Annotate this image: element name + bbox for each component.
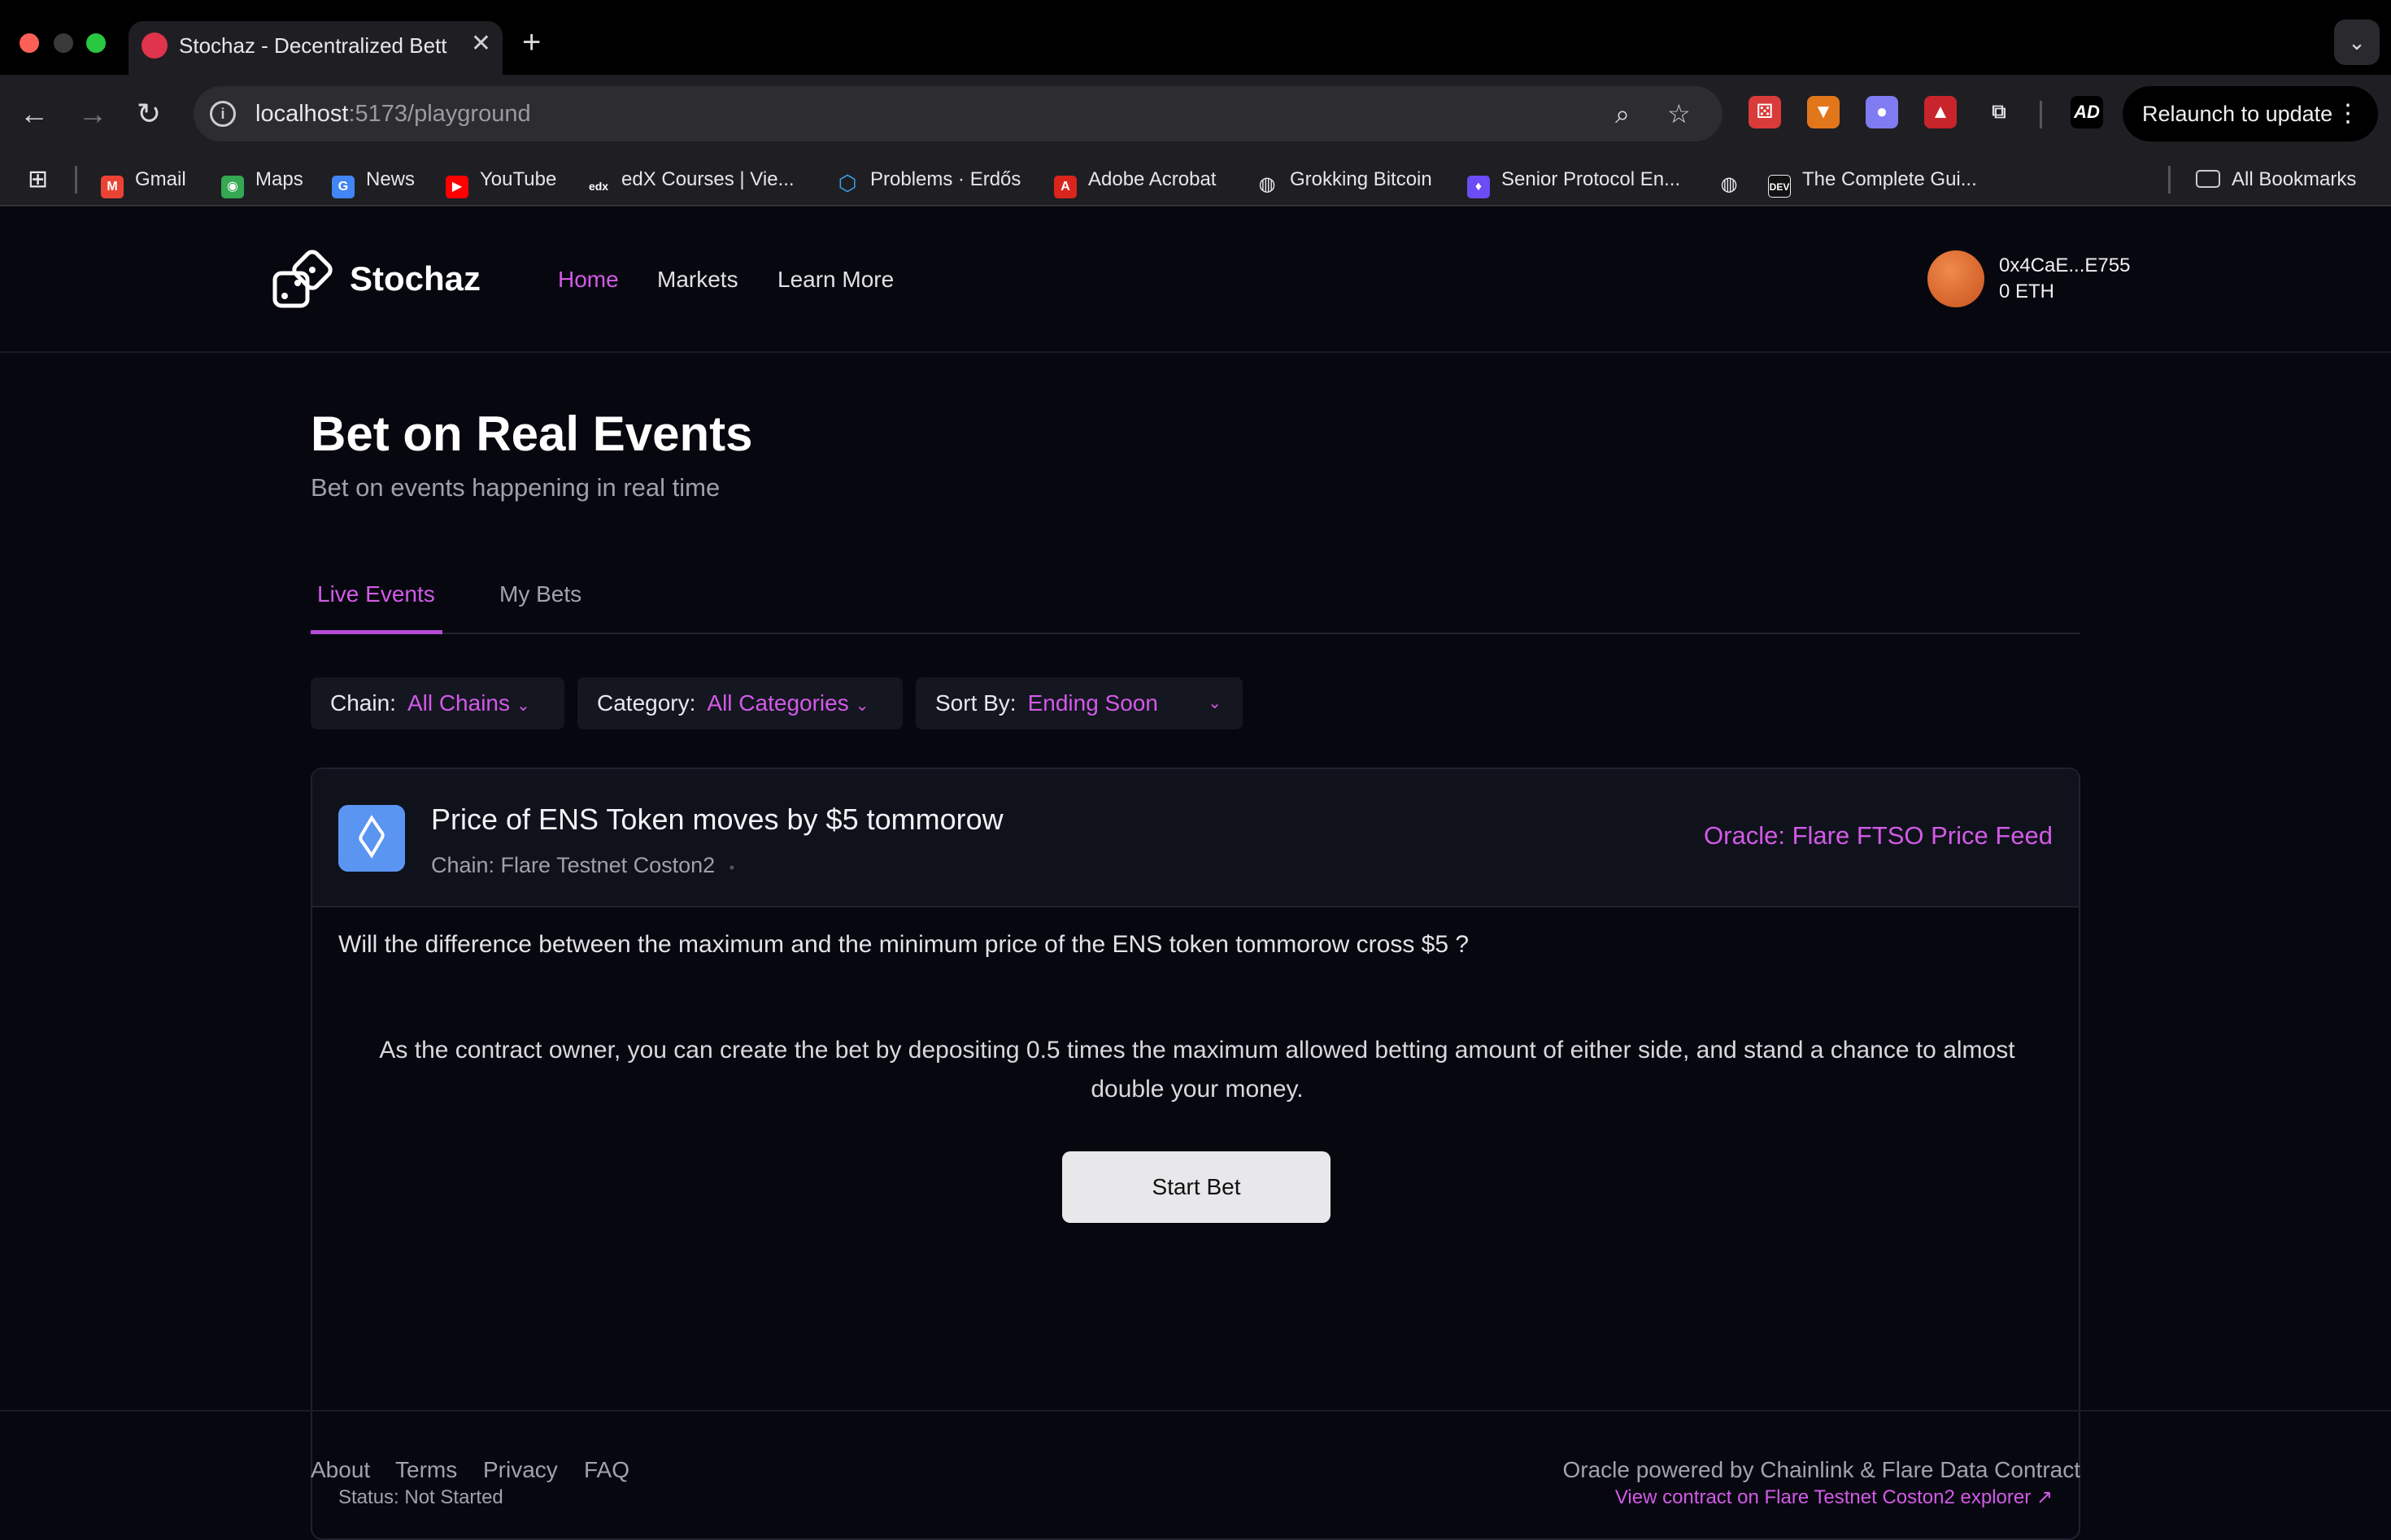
close-tab-icon[interactable]: ✕ — [471, 29, 491, 59]
plus-icon[interactable]: + — [522, 23, 541, 62]
event-title[interactable]: Price of ENS Token moves by $5 tommorow — [431, 802, 1004, 837]
dev-icon: DEV — [1768, 175, 1791, 198]
bookmark-youtube[interactable]: ▶ YouTube — [446, 165, 556, 198]
browser-chrome: Stochaz - Decentralized Betting ✕ + ⌄ ← … — [0, 0, 2391, 207]
ens-token-icon — [338, 805, 405, 872]
tab-live-events[interactable]: Live Events — [311, 566, 442, 634]
bookmark-edx[interactable]: edx edX Courses | Vie... — [587, 165, 795, 198]
bookmark-grokking-bitcoin[interactable]: ◍ Grokking Bitcoin — [1256, 165, 1432, 196]
bookmark-maps[interactable]: ◉ Maps — [221, 165, 303, 198]
chain-filter-label: Chain: — [330, 690, 396, 716]
extensions-puzzle-icon[interactable]: ⧉ — [1983, 96, 2015, 128]
tab-title: Stochaz - Decentralized Betting — [179, 33, 447, 58]
extension-ghost-icon[interactable]: ● — [1866, 96, 1898, 128]
chevron-down-icon: ⌄ — [516, 697, 530, 715]
bookmark-adobe-acrobat[interactable]: A Adobe Acrobat — [1054, 165, 1216, 198]
footer-about-link[interactable]: About — [311, 1455, 370, 1485]
owner-note: As the contract owner, you can create th… — [379, 1037, 2015, 1103]
gmail-icon: M — [101, 176, 124, 198]
stochaz-app: Stochaz Home Markets Learn More 0x4CaE..… — [0, 208, 2391, 1540]
ethereum-icon: ♦ — [1467, 176, 1490, 198]
event-question: Will the difference between the maximum … — [338, 931, 1470, 958]
profile-ad-icon[interactable]: AD — [2071, 96, 2103, 128]
extension-lock-icon[interactable]: ▲ — [1924, 96, 1957, 128]
sort-by-dropdown[interactable]: Sort By: Ending Soon ⌄ — [916, 677, 1243, 729]
globe-icon: ◍ — [1256, 173, 1278, 196]
chain-filter-value: All Chains — [407, 690, 510, 716]
chevron-down-icon: ⌄ — [855, 697, 869, 715]
sort-by-label: Sort By: — [935, 690, 1017, 716]
page-subtitle: Bet on events happening in real time — [311, 473, 721, 502]
bookmark-senior-protocol[interactable]: ♦ Senior Protocol En... — [1467, 165, 1680, 198]
metamask-fox-icon[interactable]: ▼ — [1807, 96, 1840, 128]
bookmarks-bar: ⊞ M Gmail ◉ Maps G News ▶ YouTube edx edX Cou… — [0, 153, 2391, 207]
category-filter-dropdown[interactable]: Category: All Categories ⌄ — [577, 677, 903, 729]
all-bookmarks-folder[interactable]: All Bookmarks — [2196, 165, 2356, 194]
address-bar[interactable]: i localhost:5173/playground ⌕ ☆ — [194, 86, 1722, 141]
reload-icon[interactable]: ↻ — [137, 94, 161, 133]
tab-search-chevron-icon[interactable]: ⌄ — [2334, 20, 2380, 65]
browser-tab-active[interactable]: Stochaz - Decentralized Betting ✕ — [128, 21, 503, 76]
folder-icon — [2196, 170, 2220, 188]
bookmarks-separator — [2168, 166, 2171, 194]
site-header: Stochaz Home Markets Learn More 0x4CaE..… — [0, 208, 2391, 353]
edx-icon: edx — [587, 175, 610, 198]
nav-markets[interactable]: Markets — [657, 265, 738, 294]
close-window-button[interactable] — [20, 33, 39, 53]
toolbar-separator — [2040, 101, 2042, 128]
url-text[interactable]: localhost:5173/playground — [255, 99, 531, 128]
dice-logo-icon[interactable] — [272, 249, 335, 312]
zoom-magnifier-icon[interactable]: ⌕ — [1615, 98, 1630, 130]
dice-favicon-icon — [142, 33, 168, 59]
footer-faq-link[interactable]: FAQ — [584, 1455, 629, 1485]
bookmark-erdos-problems[interactable]: ⬡ Problems · Erdős — [836, 165, 1021, 194]
separator-dot-icon: • — [729, 859, 735, 876]
bookmark-globe[interactable]: ◍ — [1718, 165, 1752, 196]
bookmark-news[interactable]: G News — [332, 165, 415, 198]
site-footer: About Terms Privacy FAQ Oracle powered b… — [0, 1410, 2391, 1506]
sort-by-value: Ending Soon — [1027, 690, 1158, 716]
tab-strip: Stochaz - Decentralized Betting ✕ + ⌄ — [0, 0, 2391, 76]
start-bet-button[interactable]: Start Bet — [1062, 1151, 1331, 1223]
browser-toolbar: ← → ↻ i localhost:5173/playground ⌕ ☆ ⚄ … — [0, 75, 2391, 153]
event-chain: Chain: Flare Testnet Coston2 • — [431, 853, 735, 877]
bookmark-complete-guide[interactable]: DEV The Complete Gui... — [1768, 165, 1977, 198]
news-icon: G — [332, 176, 355, 198]
bookmarks-separator — [75, 166, 77, 194]
maps-pin-icon: ◉ — [221, 176, 244, 198]
back-arrow-icon[interactable]: ← — [20, 94, 49, 133]
category-filter-label: Category: — [597, 690, 696, 716]
minimize-window-button[interactable] — [54, 33, 73, 53]
zoom-window-button[interactable] — [86, 33, 106, 53]
category-filter-value: All Categories — [707, 690, 849, 716]
event-oracle-link[interactable]: Oracle: Flare FTSO Price Feed — [1704, 820, 2053, 852]
site-info-icon[interactable]: i — [210, 101, 236, 127]
relaunch-to-update-button[interactable]: Relaunch to update ⋮ — [2123, 86, 2378, 141]
events-tabs: Live Events My Bets — [311, 566, 2080, 634]
event-card-header: Price of ENS Token moves by $5 tommorow … — [312, 769, 2079, 907]
bookmark-gmail[interactable]: M Gmail — [101, 165, 186, 198]
footer-powered-by: Oracle powered by Chainlink & Flare Data… — [1562, 1457, 2080, 1482]
nav-home[interactable]: Home — [558, 265, 619, 294]
globe-icon: ◍ — [1718, 173, 1740, 196]
footer-terms-link[interactable]: Terms — [395, 1455, 457, 1485]
tab-my-bets[interactable]: My Bets — [499, 566, 581, 634]
nav-learn-more[interactable]: Learn More — [777, 265, 894, 294]
hexagon-icon: ⬡ — [836, 172, 859, 194]
wallet-address[interactable]: 0x4CaE...E755 — [1999, 254, 2130, 278]
wallet-balance: 0 ETH — [1999, 281, 2055, 302]
wallet-avatar[interactable] — [1927, 250, 1984, 307]
apps-grid-icon[interactable]: ⊞ — [28, 165, 48, 194]
chevron-down-icon: ⌄ — [1208, 694, 1222, 712]
footer-privacy-link[interactable]: Privacy — [483, 1455, 558, 1485]
more-options-icon[interactable]: ⋮ — [2336, 86, 2360, 141]
bookmark-star-icon[interactable]: ☆ — [1667, 98, 1691, 130]
extension-dice-icon[interactable]: ⚄ — [1749, 96, 1781, 128]
youtube-icon: ▶ — [446, 176, 468, 198]
chain-filter-dropdown[interactable]: Chain: All Chains ⌄ — [311, 677, 564, 729]
forward-arrow-icon[interactable]: → — [78, 94, 107, 133]
logo-text[interactable]: Stochaz — [350, 259, 481, 299]
page-title: Bet on Real Events — [311, 407, 753, 461]
acrobat-icon: A — [1054, 176, 1077, 198]
